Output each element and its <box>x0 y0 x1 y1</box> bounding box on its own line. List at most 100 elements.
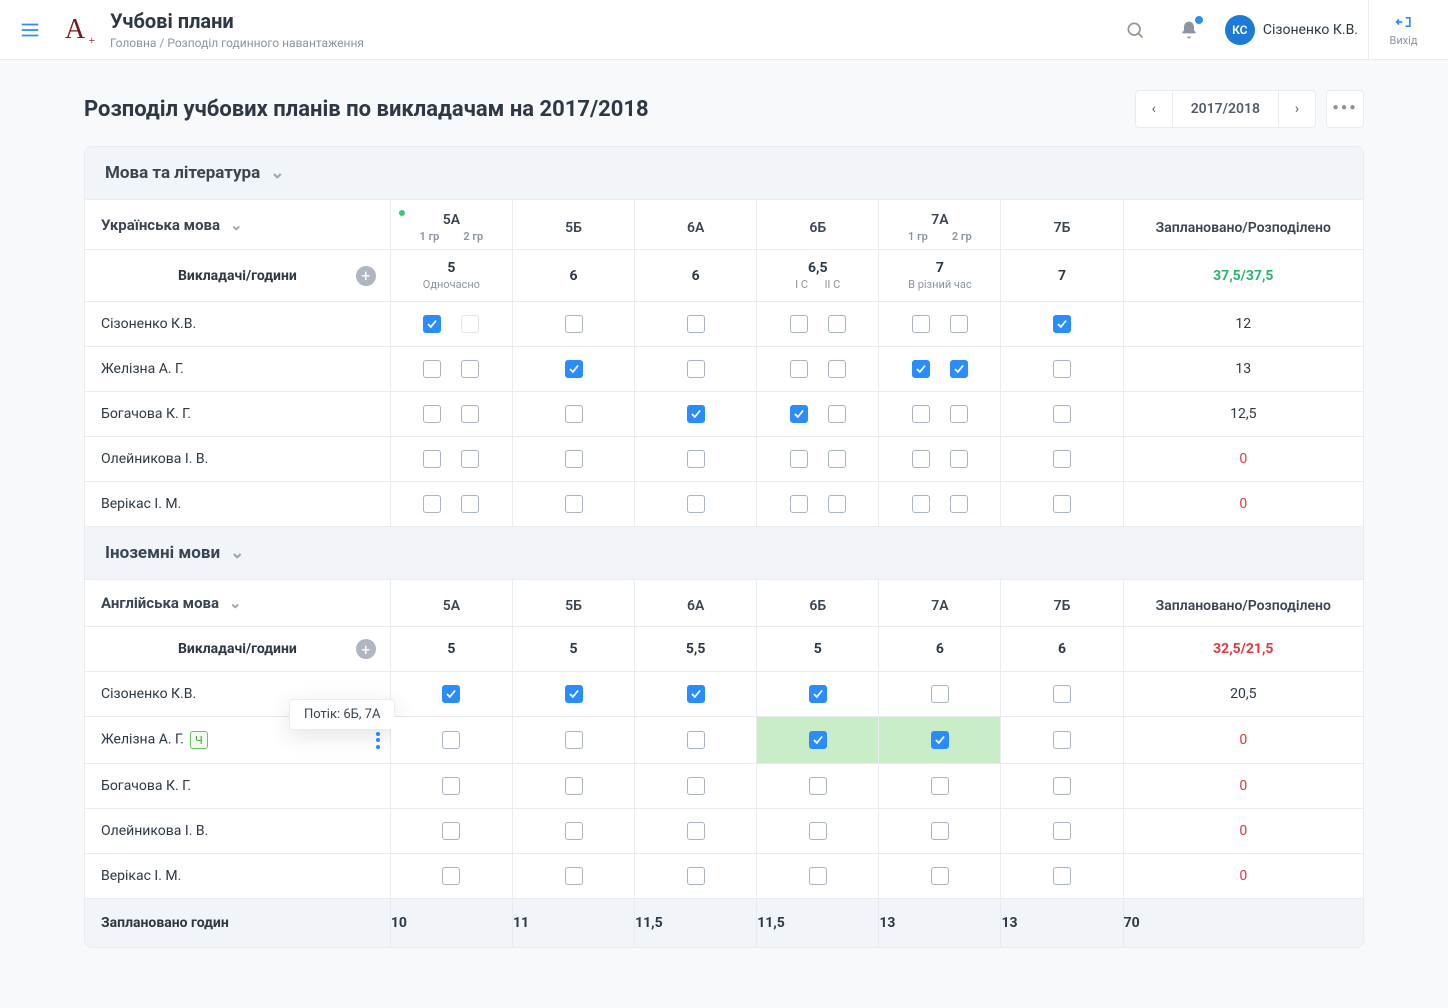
tooltip: Потік: 6Б, 7А <box>289 699 395 730</box>
checkbox[interactable] <box>565 731 583 749</box>
checkbox[interactable] <box>687 867 705 885</box>
checkbox[interactable] <box>687 360 705 378</box>
checkbox[interactable] <box>950 315 968 333</box>
checkbox[interactable] <box>809 867 827 885</box>
checkbox[interactable] <box>1053 731 1071 749</box>
section-header[interactable]: Іноземні мови⌄ <box>85 526 1363 579</box>
teacher-total: 0 <box>1123 482 1363 527</box>
checkbox[interactable] <box>687 731 705 749</box>
checkbox[interactable] <box>828 315 846 333</box>
checkbox[interactable] <box>1053 315 1071 333</box>
menu-button[interactable] <box>10 10 50 50</box>
row-more-button[interactable] <box>376 729 380 751</box>
checkbox[interactable] <box>687 777 705 795</box>
chevron-down-icon[interactable]: ⌄ <box>230 216 243 234</box>
prev-year-button[interactable]: ‹ <box>1135 90 1173 128</box>
checkbox[interactable] <box>828 405 846 423</box>
checkbox[interactable] <box>1053 777 1071 795</box>
checkbox[interactable] <box>912 360 930 378</box>
checkbox[interactable] <box>565 315 583 333</box>
checkbox[interactable] <box>1053 867 1071 885</box>
checkbox[interactable] <box>687 405 705 423</box>
breadcrumb: Головна / Розподіл годинного навантаженн… <box>110 36 364 50</box>
year-label[interactable]: 2017/2018 <box>1172 90 1279 128</box>
checkbox[interactable] <box>790 450 808 468</box>
checkbox[interactable] <box>423 315 441 333</box>
chevron-down-icon: ⌄ <box>270 163 284 183</box>
checkbox[interactable] <box>565 450 583 468</box>
teacher-total: 20,5 <box>1123 672 1363 717</box>
checkbox[interactable] <box>790 405 808 423</box>
add-teacher-button[interactable]: + <box>356 639 376 659</box>
checkbox[interactable] <box>565 495 583 513</box>
checkbox[interactable] <box>423 360 441 378</box>
more-actions-button[interactable]: ••• <box>1326 90 1364 128</box>
checkbox[interactable] <box>931 777 949 795</box>
checkbox[interactable] <box>809 822 827 840</box>
checkbox[interactable] <box>1053 450 1071 468</box>
checkbox[interactable] <box>931 685 949 703</box>
checkbox[interactable] <box>442 822 460 840</box>
checkbox[interactable] <box>1053 685 1071 703</box>
checkbox[interactable] <box>565 360 583 378</box>
next-year-button[interactable]: › <box>1278 90 1316 128</box>
checkbox[interactable] <box>950 495 968 513</box>
checkbox[interactable] <box>790 495 808 513</box>
checkbox[interactable] <box>790 360 808 378</box>
checkbox[interactable] <box>442 685 460 703</box>
section-header[interactable]: Мова та література⌄ <box>85 147 1363 199</box>
checkbox <box>461 315 479 333</box>
checkbox[interactable] <box>565 777 583 795</box>
checkbox[interactable] <box>809 685 827 703</box>
checkbox[interactable] <box>809 731 827 749</box>
add-teacher-button[interactable]: + <box>356 266 376 286</box>
teacher-total: 13 <box>1123 347 1363 392</box>
checkbox[interactable] <box>687 685 705 703</box>
checkbox[interactable] <box>790 315 808 333</box>
checkbox[interactable] <box>1053 822 1071 840</box>
checkbox[interactable] <box>442 867 460 885</box>
user-menu[interactable]: КС Сізоненко К.В. <box>1225 15 1358 45</box>
checkbox[interactable] <box>931 822 949 840</box>
teacher-row: Желізна А. Г.ЧПотік: 6Б, 7А0 <box>85 717 1363 764</box>
chevron-down-icon[interactable]: ⌄ <box>229 594 242 612</box>
search-icon[interactable] <box>1117 12 1153 48</box>
checkbox[interactable] <box>828 450 846 468</box>
checkbox[interactable] <box>423 405 441 423</box>
notifications-icon[interactable] <box>1171 12 1207 48</box>
checkbox[interactable] <box>461 405 479 423</box>
checkbox[interactable] <box>912 405 930 423</box>
checkbox[interactable] <box>687 495 705 513</box>
checkbox[interactable] <box>461 450 479 468</box>
checkbox[interactable] <box>442 731 460 749</box>
checkbox[interactable] <box>442 777 460 795</box>
checkbox[interactable] <box>912 450 930 468</box>
checkbox[interactable] <box>687 315 705 333</box>
checkbox[interactable] <box>828 495 846 513</box>
checkbox[interactable] <box>565 822 583 840</box>
teacher-name: Желізна А. Г. <box>85 347 390 392</box>
checkbox[interactable] <box>950 360 968 378</box>
checkbox[interactable] <box>1053 495 1071 513</box>
checkbox[interactable] <box>1053 360 1071 378</box>
checkbox[interactable] <box>931 867 949 885</box>
checkbox[interactable] <box>565 867 583 885</box>
checkbox[interactable] <box>423 495 441 513</box>
checkbox[interactable] <box>950 405 968 423</box>
checkbox[interactable] <box>912 315 930 333</box>
logout-button[interactable]: Вихід <box>1368 0 1438 60</box>
checkbox[interactable] <box>687 822 705 840</box>
checkbox[interactable] <box>461 495 479 513</box>
checkbox[interactable] <box>931 731 949 749</box>
checkbox[interactable] <box>565 685 583 703</box>
checkbox[interactable] <box>1053 405 1071 423</box>
checkbox[interactable] <box>809 777 827 795</box>
checkbox[interactable] <box>687 450 705 468</box>
teacher-name: Олейникова І. В. <box>85 809 390 854</box>
checkbox[interactable] <box>912 495 930 513</box>
checkbox[interactable] <box>565 405 583 423</box>
checkbox[interactable] <box>423 450 441 468</box>
checkbox[interactable] <box>828 360 846 378</box>
checkbox[interactable] <box>461 360 479 378</box>
checkbox[interactable] <box>950 450 968 468</box>
